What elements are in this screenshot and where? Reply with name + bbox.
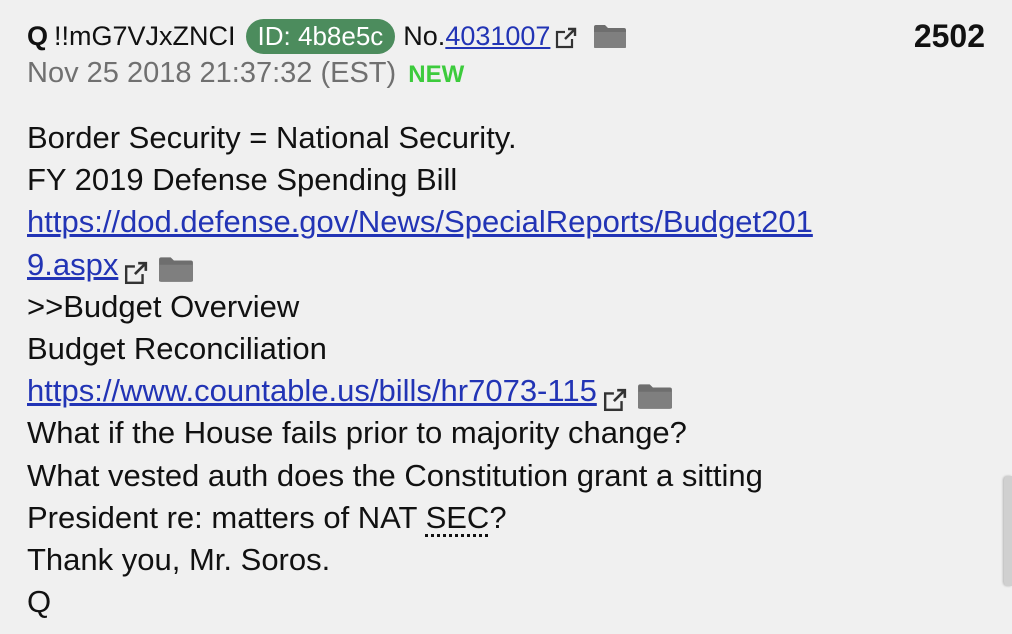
post-body: Border Security = National Security. FY … <box>27 117 992 623</box>
tripcode: !!mG7VJxZNCI <box>54 20 236 51</box>
post-number-link[interactable]: 4031007 <box>445 21 550 52</box>
post-date: Nov 25 2018 21:37:32 (EST) NEW <box>27 55 464 93</box>
abbreviation: SEC <box>425 499 490 535</box>
body-line: President re: matters of NAT SEC? <box>27 497 992 539</box>
post: Q !!mG7VJxZNCI ID: 4b8e5c No. 4031007 25… <box>0 0 1012 634</box>
poster-name: Q <box>27 20 49 51</box>
body-line: FY 2019 Defense Spending Bill <box>27 162 458 198</box>
post-number-label: No. <box>403 20 446 51</box>
post-count: 2502 <box>913 18 985 54</box>
body-text-segment: ? <box>489 499 507 535</box>
folder-icon[interactable] <box>158 252 194 283</box>
scroll-handle[interactable] <box>1004 476 1012 586</box>
body-line: Thank you, Mr. Soros. <box>27 542 331 578</box>
body-line: https://www.countable.us/bills/hr7073-11… <box>27 370 992 412</box>
poster-id-badge[interactable]: ID: 4b8e5c <box>245 18 396 54</box>
new-badge: NEW <box>408 61 465 88</box>
body-line: https://dod.defense.gov/News/SpecialRepo… <box>27 201 992 243</box>
timestamp: Nov 25 2018 21:37:32 (EST) <box>27 57 397 89</box>
external-link-icon[interactable] <box>603 381 627 412</box>
external-link-icon[interactable] <box>124 254 148 285</box>
body-line: >>Budget Overview <box>27 288 300 324</box>
post-header: Q !!mG7VJxZNCI ID: 4b8e5c No. 4031007 <box>27 16 627 56</box>
body-line: 9.aspx <box>27 244 992 286</box>
external-link-icon[interactable] <box>555 25 577 49</box>
body-line: Border Security = National Security. <box>27 120 517 155</box>
folder-icon[interactable] <box>637 379 673 409</box>
defense-budget-link[interactable]: https://dod.defense.gov/News/SpecialRepo… <box>27 204 813 239</box>
folder-icon[interactable] <box>593 23 627 49</box>
body-line: What if the House fails prior to majorit… <box>27 415 687 451</box>
body-text-segment: President re: matters of NAT <box>27 499 426 535</box>
countable-bill-link[interactable]: https://www.countable.us/bills/hr7073-11… <box>27 373 597 408</box>
body-line: What vested auth does the Constitution g… <box>27 457 763 493</box>
defense-budget-link-continued[interactable]: 9.aspx <box>27 247 118 282</box>
signature: Q <box>27 584 52 620</box>
body-line: Budget Reconciliation <box>27 331 327 367</box>
